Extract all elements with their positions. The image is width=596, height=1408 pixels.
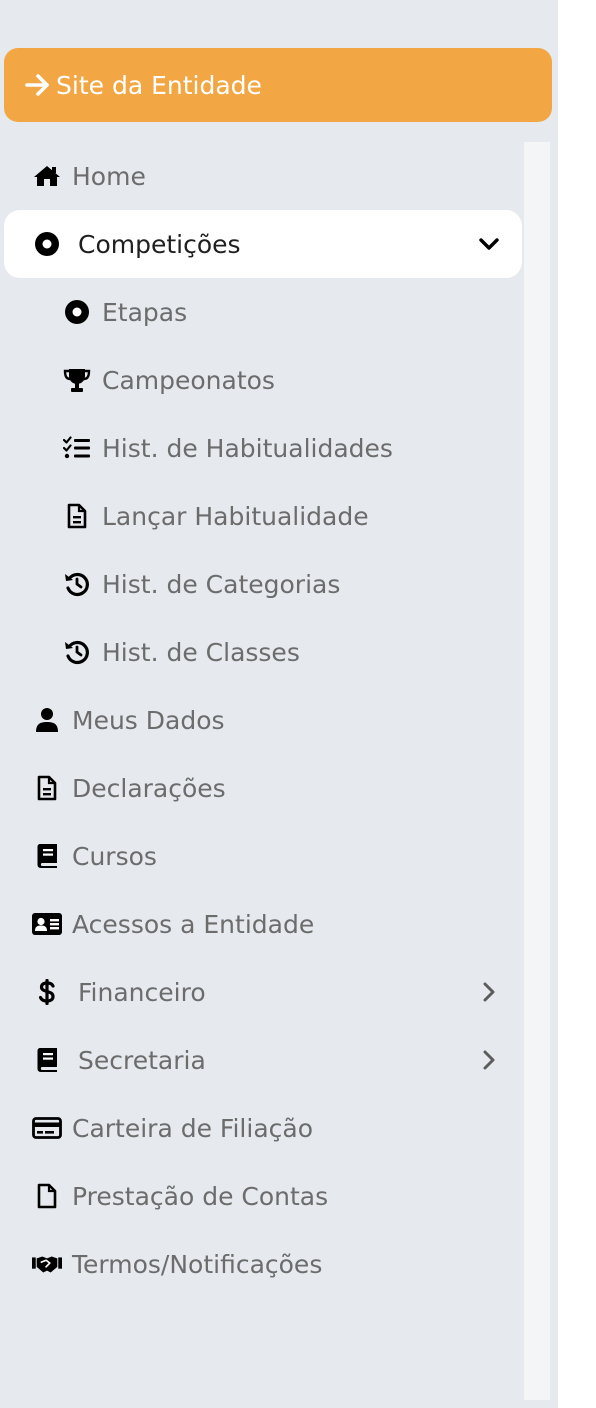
chevron-down-icon[interactable]: [478, 233, 500, 255]
sidebar-item-label: Declarações: [72, 773, 226, 803]
chevron-right-icon[interactable]: [478, 1049, 500, 1071]
sidebar-subitem-lancar-habitualidade[interactable]: Lançar Habitualidade: [4, 482, 522, 550]
sidebar-item-secretaria[interactable]: Secretaria: [4, 1026, 522, 1094]
sidebar-item-label: Hist. de Classes: [102, 637, 300, 667]
file-icon: [32, 1181, 62, 1211]
chevron-right-icon[interactable]: [478, 981, 500, 1003]
list-check-icon: [62, 433, 92, 463]
trophy-icon: [62, 365, 92, 395]
sidebar-item-cursos[interactable]: Cursos: [4, 822, 522, 890]
scrollbar-track[interactable]: [524, 142, 550, 1400]
sidebar-item-label: Meus Dados: [72, 705, 225, 735]
sidebar-subitem-hist-classes[interactable]: Hist. de Classes: [4, 618, 522, 686]
sidebar: Site da Entidade Home Competições Etapas: [0, 0, 558, 1408]
sidebar-item-label: Hist. de Habitualidades: [102, 433, 393, 463]
sidebar-item-declaracoes[interactable]: Declarações: [4, 754, 522, 822]
sidebar-item-label: Secretaria: [78, 1045, 206, 1075]
file-lines-icon: [32, 773, 62, 803]
sidebar-item-label: Etapas: [102, 297, 188, 327]
site-da-entidade-button[interactable]: Site da Entidade: [4, 48, 552, 122]
sidebar-item-competicoes[interactable]: Competições: [4, 210, 522, 278]
sidebar-item-financeiro[interactable]: Financeiro: [4, 958, 522, 1026]
sidebar-subitem-campeonatos[interactable]: Campeonatos: [4, 346, 522, 414]
sidebar-item-label: Home: [72, 161, 146, 191]
handshake-icon: [32, 1249, 62, 1279]
user-icon: [32, 705, 62, 735]
sidebar-item-prestacao-contas[interactable]: Prestação de Contas: [4, 1162, 522, 1230]
arrow-right-icon: [24, 71, 52, 99]
file-lines-icon: [62, 501, 92, 531]
sidebar-item-label: Lançar Habitualidade: [102, 501, 369, 531]
sidebar-item-termos-notificacoes[interactable]: Termos/Notificações: [4, 1230, 522, 1298]
home-icon: [32, 161, 62, 191]
sidebar-item-label: Competições: [78, 229, 241, 259]
id-card-icon: [32, 909, 62, 939]
sidebar-item-meus-dados[interactable]: Meus Dados: [4, 686, 522, 754]
sidebar-item-label: Termos/Notificações: [72, 1249, 323, 1279]
sidebar-item-label: Carteira de Filiação: [72, 1113, 314, 1143]
sidebar-item-label: Hist. de Categorias: [102, 569, 341, 599]
history-icon: [62, 569, 92, 599]
sidebar-subitem-etapas[interactable]: Etapas: [4, 278, 522, 346]
sidebar-item-carteira-filiacao[interactable]: Carteira de Filiação: [4, 1094, 522, 1162]
sidebar-item-label: Financeiro: [78, 977, 206, 1007]
sidebar-subitem-hist-categorias[interactable]: Hist. de Categorias: [4, 550, 522, 618]
circle-dot-icon: [32, 229, 62, 259]
circle-dot-icon: [62, 297, 92, 327]
sidebar-item-label: Prestação de Contas: [72, 1181, 329, 1211]
history-icon: [62, 637, 92, 667]
sidebar-subitem-hist-habitualidades[interactable]: Hist. de Habitualidades: [4, 414, 522, 482]
dollar-icon: [32, 977, 62, 1007]
credit-card-icon: [32, 1113, 62, 1143]
sidebar-item-label: Campeonatos: [102, 365, 275, 395]
sidebar-item-label: Acessos a Entidade: [72, 909, 315, 939]
book-icon: [32, 841, 62, 871]
site-button-label: Site da Entidade: [56, 70, 262, 100]
sidebar-item-home[interactable]: Home: [4, 142, 522, 210]
sidebar-item-label: Cursos: [72, 841, 157, 871]
book-icon: [32, 1045, 62, 1075]
sidebar-item-acessos-entidade[interactable]: Acessos a Entidade: [4, 890, 522, 958]
